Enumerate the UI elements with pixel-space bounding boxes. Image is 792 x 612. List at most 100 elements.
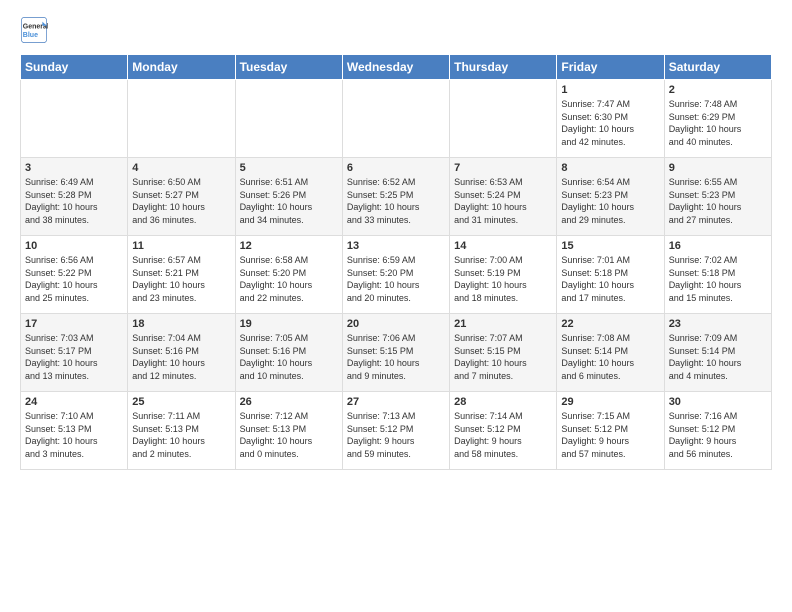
day-info: Sunrise: 6:58 AM Sunset: 5:20 PM Dayligh…	[240, 254, 338, 304]
calendar-week-row: 1 Sunrise: 7:47 AM Sunset: 6:30 PM Daylig…	[21, 80, 772, 158]
calendar-cell: 14 Sunrise: 7:00 AM Sunset: 5:19 PM Dayli…	[450, 236, 557, 314]
day-number: 12	[240, 240, 338, 252]
day-info: Sunrise: 6:59 AM Sunset: 5:20 PM Dayligh…	[347, 254, 445, 304]
day-number: 25	[132, 396, 230, 408]
day-number: 28	[454, 396, 552, 408]
calendar-cell: 11 Sunrise: 6:57 AM Sunset: 5:21 PM Dayli…	[128, 236, 235, 314]
calendar-cell: 3Sunrise: 6:49 AM Sunset: 5:28 PM Daylig…	[21, 158, 128, 236]
calendar-header-wednesday: Wednesday	[342, 55, 449, 80]
calendar-header-thursday: Thursday	[450, 55, 557, 80]
page: General Blue SundayMondayTuesdayWednesda…	[0, 0, 792, 480]
calendar-cell: 27 Sunrise: 7:13 AM Sunset: 5:12 PM Dayli…	[342, 392, 449, 470]
calendar-cell: 5 Sunrise: 6:51 AM Sunset: 5:26 PM Daylig…	[235, 158, 342, 236]
calendar-header-sunday: Sunday	[21, 55, 128, 80]
calendar-cell: 25Sunrise: 7:11 AM Sunset: 5:13 PM Dayli…	[128, 392, 235, 470]
calendar-cell: 12 Sunrise: 6:58 AM Sunset: 5:20 PM Dayli…	[235, 236, 342, 314]
day-number: 10	[25, 240, 123, 252]
day-number: 2	[669, 84, 767, 96]
calendar-cell	[21, 80, 128, 158]
calendar-cell: 30 Sunrise: 7:16 AM Sunset: 5:12 PM Dayli…	[664, 392, 771, 470]
calendar-cell: 28 Sunrise: 7:14 AM Sunset: 5:12 PM Dayli…	[450, 392, 557, 470]
calendar-cell: 13 Sunrise: 6:59 AM Sunset: 5:20 PM Dayli…	[342, 236, 449, 314]
day-number: 14	[454, 240, 552, 252]
day-info: Sunrise: 7:04 AM Sunset: 5:16 PM Dayligh…	[132, 332, 230, 382]
day-info: Sunrise: 7:13 AM Sunset: 5:12 PM Dayligh…	[347, 410, 445, 460]
svg-text:Blue: Blue	[23, 32, 38, 39]
day-number: 21	[454, 318, 552, 330]
day-number: 18	[132, 318, 230, 330]
calendar-cell: 10 Sunrise: 6:56 AM Sunset: 5:22 PM Dayli…	[21, 236, 128, 314]
calendar-header-row: SundayMondayTuesdayWednesdayThursdayFrid…	[21, 55, 772, 80]
day-number: 23	[669, 318, 767, 330]
day-info: Sunrise: 7:14 AM Sunset: 5:12 PM Dayligh…	[454, 410, 552, 460]
day-number: 3	[25, 162, 123, 174]
calendar-cell: 15Sunrise: 7:01 AM Sunset: 5:18 PM Dayli…	[557, 236, 664, 314]
day-number: 11	[132, 240, 230, 252]
calendar-cell: 16Sunrise: 7:02 AM Sunset: 5:18 PM Dayli…	[664, 236, 771, 314]
calendar-cell: 2 Sunrise: 7:48 AM Sunset: 6:29 PM Daylig…	[664, 80, 771, 158]
header: General Blue	[20, 16, 772, 44]
calendar-cell: 18 Sunrise: 7:04 AM Sunset: 5:16 PM Dayli…	[128, 314, 235, 392]
calendar-cell	[342, 80, 449, 158]
day-info: Sunrise: 7:03 AM Sunset: 5:17 PM Dayligh…	[25, 332, 123, 382]
day-number: 27	[347, 396, 445, 408]
calendar-cell	[128, 80, 235, 158]
calendar-cell: 29Sunrise: 7:15 AM Sunset: 5:12 PM Dayli…	[557, 392, 664, 470]
day-number: 5	[240, 162, 338, 174]
calendar-cell: 6 Sunrise: 6:52 AM Sunset: 5:25 PM Daylig…	[342, 158, 449, 236]
calendar-cell: 22 Sunrise: 7:08 AM Sunset: 5:14 PM Dayli…	[557, 314, 664, 392]
day-info: Sunrise: 6:53 AM Sunset: 5:24 PM Dayligh…	[454, 176, 552, 226]
day-number: 8	[561, 162, 659, 174]
day-number: 17	[25, 318, 123, 330]
day-info: Sunrise: 7:00 AM Sunset: 5:19 PM Dayligh…	[454, 254, 552, 304]
calendar-header-monday: Monday	[128, 55, 235, 80]
day-info: Sunrise: 6:54 AM Sunset: 5:23 PM Dayligh…	[561, 176, 659, 226]
calendar-cell: 8 Sunrise: 6:54 AM Sunset: 5:23 PM Daylig…	[557, 158, 664, 236]
day-info: Sunrise: 7:08 AM Sunset: 5:14 PM Dayligh…	[561, 332, 659, 382]
day-number: 22	[561, 318, 659, 330]
day-number: 4	[132, 162, 230, 174]
calendar-week-row: 10 Sunrise: 6:56 AM Sunset: 5:22 PM Dayli…	[21, 236, 772, 314]
calendar-cell: 19 Sunrise: 7:05 AM Sunset: 5:16 PM Dayli…	[235, 314, 342, 392]
calendar-cell: 9 Sunrise: 6:55 AM Sunset: 5:23 PM Daylig…	[664, 158, 771, 236]
calendar-cell	[450, 80, 557, 158]
day-number: 20	[347, 318, 445, 330]
day-info: Sunrise: 6:50 AM Sunset: 5:27 PM Dayligh…	[132, 176, 230, 226]
day-info: Sunrise: 6:52 AM Sunset: 5:25 PM Dayligh…	[347, 176, 445, 226]
day-info: Sunrise: 6:55 AM Sunset: 5:23 PM Dayligh…	[669, 176, 767, 226]
day-info: Sunrise: 7:47 AM Sunset: 6:30 PM Dayligh…	[561, 98, 659, 148]
day-info: Sunrise: 7:12 AM Sunset: 5:13 PM Dayligh…	[240, 410, 338, 460]
calendar-cell: 23Sunrise: 7:09 AM Sunset: 5:14 PM Dayli…	[664, 314, 771, 392]
day-number: 6	[347, 162, 445, 174]
day-number: 1	[561, 84, 659, 96]
day-info: Sunrise: 7:10 AM Sunset: 5:13 PM Dayligh…	[25, 410, 123, 460]
day-info: Sunrise: 6:56 AM Sunset: 5:22 PM Dayligh…	[25, 254, 123, 304]
day-info: Sunrise: 6:57 AM Sunset: 5:21 PM Dayligh…	[132, 254, 230, 304]
calendar-header-tuesday: Tuesday	[235, 55, 342, 80]
calendar-cell	[235, 80, 342, 158]
calendar-cell: 24Sunrise: 7:10 AM Sunset: 5:13 PM Dayli…	[21, 392, 128, 470]
calendar-cell: 21 Sunrise: 7:07 AM Sunset: 5:15 PM Dayli…	[450, 314, 557, 392]
day-number: 19	[240, 318, 338, 330]
calendar-week-row: 3Sunrise: 6:49 AM Sunset: 5:28 PM Daylig…	[21, 158, 772, 236]
day-info: Sunrise: 7:48 AM Sunset: 6:29 PM Dayligh…	[669, 98, 767, 148]
calendar-header-saturday: Saturday	[664, 55, 771, 80]
calendar-week-row: 17 Sunrise: 7:03 AM Sunset: 5:17 PM Dayli…	[21, 314, 772, 392]
day-number: 9	[669, 162, 767, 174]
calendar-table: SundayMondayTuesdayWednesdayThursdayFrid…	[20, 54, 772, 470]
day-number: 13	[347, 240, 445, 252]
calendar-cell: 1 Sunrise: 7:47 AM Sunset: 6:30 PM Daylig…	[557, 80, 664, 158]
day-number: 30	[669, 396, 767, 408]
day-number: 26	[240, 396, 338, 408]
day-info: Sunrise: 6:51 AM Sunset: 5:26 PM Dayligh…	[240, 176, 338, 226]
day-info: Sunrise: 7:15 AM Sunset: 5:12 PM Dayligh…	[561, 410, 659, 460]
calendar-cell: 26 Sunrise: 7:12 AM Sunset: 5:13 PM Dayli…	[235, 392, 342, 470]
day-info: Sunrise: 7:06 AM Sunset: 5:15 PM Dayligh…	[347, 332, 445, 382]
calendar-cell: 4 Sunrise: 6:50 AM Sunset: 5:27 PM Daylig…	[128, 158, 235, 236]
day-number: 7	[454, 162, 552, 174]
logo: General Blue	[20, 16, 52, 44]
day-info: Sunrise: 7:07 AM Sunset: 5:15 PM Dayligh…	[454, 332, 552, 382]
day-info: Sunrise: 7:16 AM Sunset: 5:12 PM Dayligh…	[669, 410, 767, 460]
day-info: Sunrise: 7:05 AM Sunset: 5:16 PM Dayligh…	[240, 332, 338, 382]
day-number: 15	[561, 240, 659, 252]
